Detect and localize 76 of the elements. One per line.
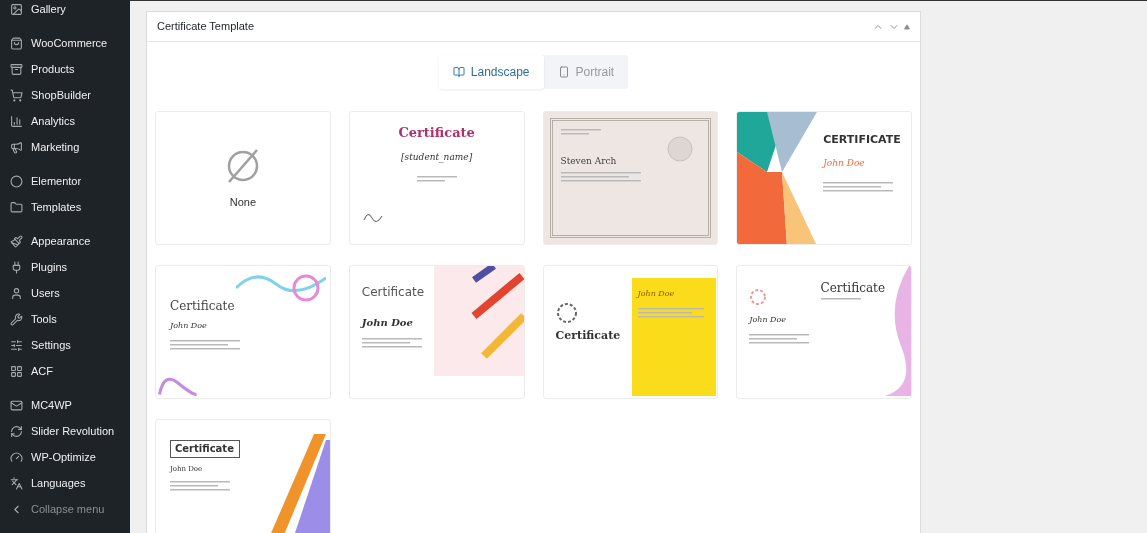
- certificate-title: CERTIFICATE: [823, 134, 901, 145]
- menu-icon: [10, 174, 23, 188]
- menu-item[interactable]: Gallery: [0, 0, 130, 22]
- text-lines-drawing: [560, 129, 601, 137]
- menu-icon: [10, 88, 23, 102]
- menu-item[interactable]: Analytics: [0, 108, 130, 134]
- menu-icon: [10, 62, 23, 76]
- menu-icon: [10, 260, 23, 274]
- menu-icon: [10, 312, 23, 326]
- menu-item[interactable]: Slider Revolution: [0, 418, 130, 444]
- template-card[interactable]: Certificate John Doe: [348, 265, 525, 399]
- text-lines-drawing: [170, 340, 240, 352]
- menu-icon: [10, 286, 23, 300]
- menu-item[interactable]: Plugins: [0, 254, 130, 280]
- menu-item[interactable]: Languages: [0, 470, 130, 496]
- recipient-name: John Doe: [823, 159, 866, 168]
- seal-icon: [667, 136, 694, 162]
- menu-item[interactable]: ShopBuilder: [0, 82, 130, 108]
- triangle-icon: [904, 23, 910, 30]
- template-card[interactable]: Certificate [student_name]: [348, 111, 525, 245]
- menu-icon: [10, 364, 23, 378]
- menu-item[interactable]: WP-Optimize: [0, 444, 130, 470]
- menu-item[interactable]: Marketing: [0, 134, 130, 160]
- menu-icon: [10, 476, 23, 490]
- menu-item[interactable]: WooCommerce: [0, 30, 130, 56]
- template-label: None: [229, 194, 256, 210]
- recipient-name: John Doe: [637, 290, 676, 298]
- certificate-title: Certificate: [398, 126, 475, 139]
- menu-item[interactable]: Templates: [0, 194, 130, 220]
- menu-icon: [10, 200, 23, 214]
- text-lines-drawing: [416, 176, 457, 184]
- menu-item[interactable]: Settings: [0, 332, 130, 358]
- certificate-title: Certificate: [555, 330, 622, 341]
- menu-icon: [10, 2, 23, 16]
- book-icon: [452, 66, 465, 78]
- menu-icon: [10, 398, 23, 412]
- menu-item[interactable]: ACF: [0, 358, 130, 384]
- menu-item[interactable]: Elementor: [0, 168, 130, 194]
- template-card[interactable]: Certificate John Doe: [155, 265, 331, 399]
- template-card[interactable]: Steven Arch: [542, 111, 719, 245]
- menu-icon: [10, 338, 23, 352]
- template-card[interactable]: Certificate John Doe: [542, 265, 719, 399]
- menu-icon: [10, 114, 23, 128]
- menu-item[interactable]: Tools: [0, 306, 130, 332]
- menu-item[interactable]: Products: [0, 56, 130, 82]
- menu-icon: [10, 450, 23, 464]
- menu-item[interactable]: Collapse menu: [0, 496, 130, 522]
- certificate-title: Certificate: [175, 444, 235, 454]
- orientation-tab[interactable]: Landscape: [438, 55, 544, 89]
- phone-icon: [557, 66, 570, 78]
- text-lines-drawing: [820, 298, 861, 302]
- template-card[interactable]: None: [155, 111, 331, 245]
- menu-icon: [10, 140, 23, 154]
- certificate-title: Certificate: [170, 300, 236, 312]
- menu-item[interactable]: MC4WP: [0, 392, 130, 418]
- template-card[interactable]: John Doe Certificate: [736, 265, 912, 399]
- recipient-name: Steven Arch: [560, 157, 618, 166]
- menu-icon: [10, 36, 23, 50]
- template-card[interactable]: CERTIFICATE John Doe: [736, 111, 912, 245]
- text-lines-drawing: [170, 481, 230, 493]
- recipient-name: John Doe: [170, 322, 208, 330]
- menu-icon: [10, 424, 23, 438]
- recipient-name: John Doe: [749, 316, 788, 324]
- toggle-panel-button[interactable]: [904, 23, 910, 30]
- menu-item[interactable]: Users: [0, 280, 130, 306]
- recipient-name: [student_name]: [401, 153, 473, 162]
- text-lines-drawing: [823, 182, 894, 194]
- recipient-name: John Doe: [361, 318, 414, 328]
- certificate-title: Certificate: [820, 282, 885, 294]
- menu-item[interactable]: Appearance: [0, 228, 130, 254]
- text-lines-drawing: [361, 338, 422, 350]
- certificate-title: Certificate: [361, 286, 426, 298]
- panel-title: Certificate Template: [157, 19, 254, 35]
- text-lines-drawing: [637, 308, 704, 320]
- menu-icon: [10, 234, 23, 248]
- text-lines-drawing: [749, 334, 810, 346]
